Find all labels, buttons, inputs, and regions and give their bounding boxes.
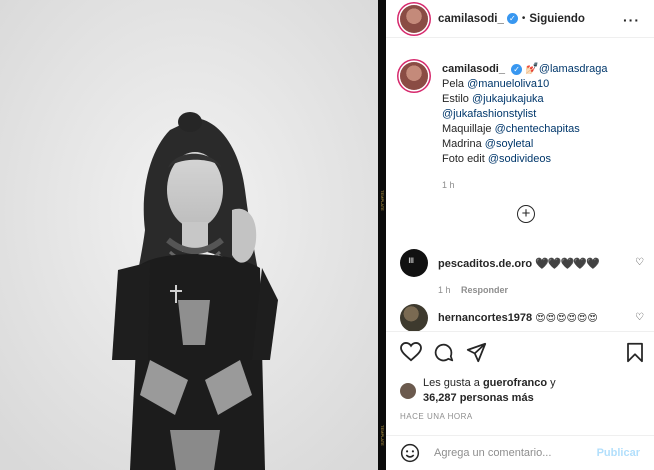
template-mark: TEMPLATE (380, 190, 385, 211)
likes-summary: Les gusta a guerofranco y 36,287 persona… (400, 376, 640, 406)
likes-connector: y (547, 377, 556, 389)
caption-text: Maquillaje (442, 123, 495, 135)
caption-mention[interactable]: @manueloliva10 (467, 78, 549, 90)
avatar[interactable] (400, 304, 428, 331)
caption-emoji: 💅🏻 (525, 63, 539, 75)
caption-mention[interactable]: @jukafashionstylist (442, 108, 536, 120)
comment-input[interactable] (434, 447, 594, 459)
caption: camilasodi_ ✓ 💅🏻@lamasdraga Pela @manuel… (400, 39, 640, 193)
caption-text: Madrina (442, 138, 485, 150)
caption-text: Foto edit (442, 153, 488, 165)
caption-mention[interactable]: @jukajukajuka (472, 93, 544, 105)
emoji-icon[interactable] (400, 443, 420, 463)
follow-status-button[interactable]: Siguiendo (529, 13, 585, 25)
bookmark-icon[interactable] (626, 342, 644, 363)
verified-icon: ✓ (506, 13, 518, 24)
add-comment-bar: Publicar (386, 435, 654, 470)
post-actions: Les gusta a guerofranco y 36,287 persona… (386, 331, 654, 435)
heart-icon[interactable] (400, 342, 422, 362)
comment-username[interactable]: pescaditos.de.oro (438, 258, 532, 270)
header-separator: • (521, 13, 526, 24)
caption-text: Pela (442, 78, 468, 90)
more-options-icon[interactable]: ··· (623, 12, 640, 28)
comment-username[interactable]: hernancortes1978 (438, 312, 532, 324)
caption-mention[interactable]: @lamasdraga (539, 63, 608, 75)
list-item: pescaditos.de.oro 🖤🖤🖤🖤🖤 ♡ 1 h Responder (400, 249, 644, 295)
reply-button[interactable]: Responder (461, 285, 508, 295)
template-mark: TEMPLATE (380, 425, 385, 446)
caption-time[interactable]: 1 h (442, 178, 607, 193)
likes-prefix: Les gusta a (423, 377, 483, 389)
caption-mention[interactable]: @chentechapitas (495, 123, 580, 135)
avatar[interactable] (400, 4, 428, 33)
caption-mention[interactable]: @sodivideos (488, 153, 551, 165)
comment-icon[interactable] (433, 342, 454, 363)
like-comment-icon[interactable]: ♡ (635, 312, 644, 323)
load-more-comments-button[interactable]: + (517, 205, 535, 223)
like-comment-icon[interactable]: ♡ (635, 257, 644, 268)
list-item: hernancortes1978 😍😍😍😍😍😍 ♡ (400, 304, 644, 331)
comment-time[interactable]: 1 h (438, 285, 451, 295)
avatar[interactable] (400, 383, 416, 399)
liker-username[interactable]: guerofranco (483, 377, 547, 389)
post-header: camilasodi_ ✓ • Siguiendo ··· (386, 0, 654, 38)
caption-username[interactable]: camilasodi_ (442, 63, 505, 75)
caption-mention[interactable]: @soyletal (485, 138, 533, 150)
likes-count[interactable]: 36,287 personas más (423, 392, 534, 404)
comment-text: 😍😍😍😍😍😍 (535, 313, 598, 324)
caption-text: Estilo (442, 93, 472, 105)
caption-avatar[interactable] (400, 62, 428, 90)
post-timestamp[interactable]: HACE UNA HORA (400, 412, 640, 421)
header-username[interactable]: camilasodi_ (438, 13, 504, 25)
media-separator: TEMPLATE TEMPLATE (378, 0, 386, 470)
publish-button[interactable]: Publicar (597, 447, 640, 459)
avatar[interactable] (400, 249, 428, 277)
comment-text: 🖤🖤🖤🖤🖤 (535, 257, 599, 270)
portrait-image (0, 0, 378, 470)
post-panel: camilasodi_ ✓ • Siguiendo ··· camilasodi… (386, 0, 654, 470)
share-icon[interactable] (466, 342, 487, 363)
comments-section[interactable]: camilasodi_ ✓ 💅🏻@lamasdraga Pela @manuel… (386, 39, 654, 331)
verified-icon: ✓ (511, 64, 523, 75)
post-photo[interactable] (0, 0, 378, 470)
